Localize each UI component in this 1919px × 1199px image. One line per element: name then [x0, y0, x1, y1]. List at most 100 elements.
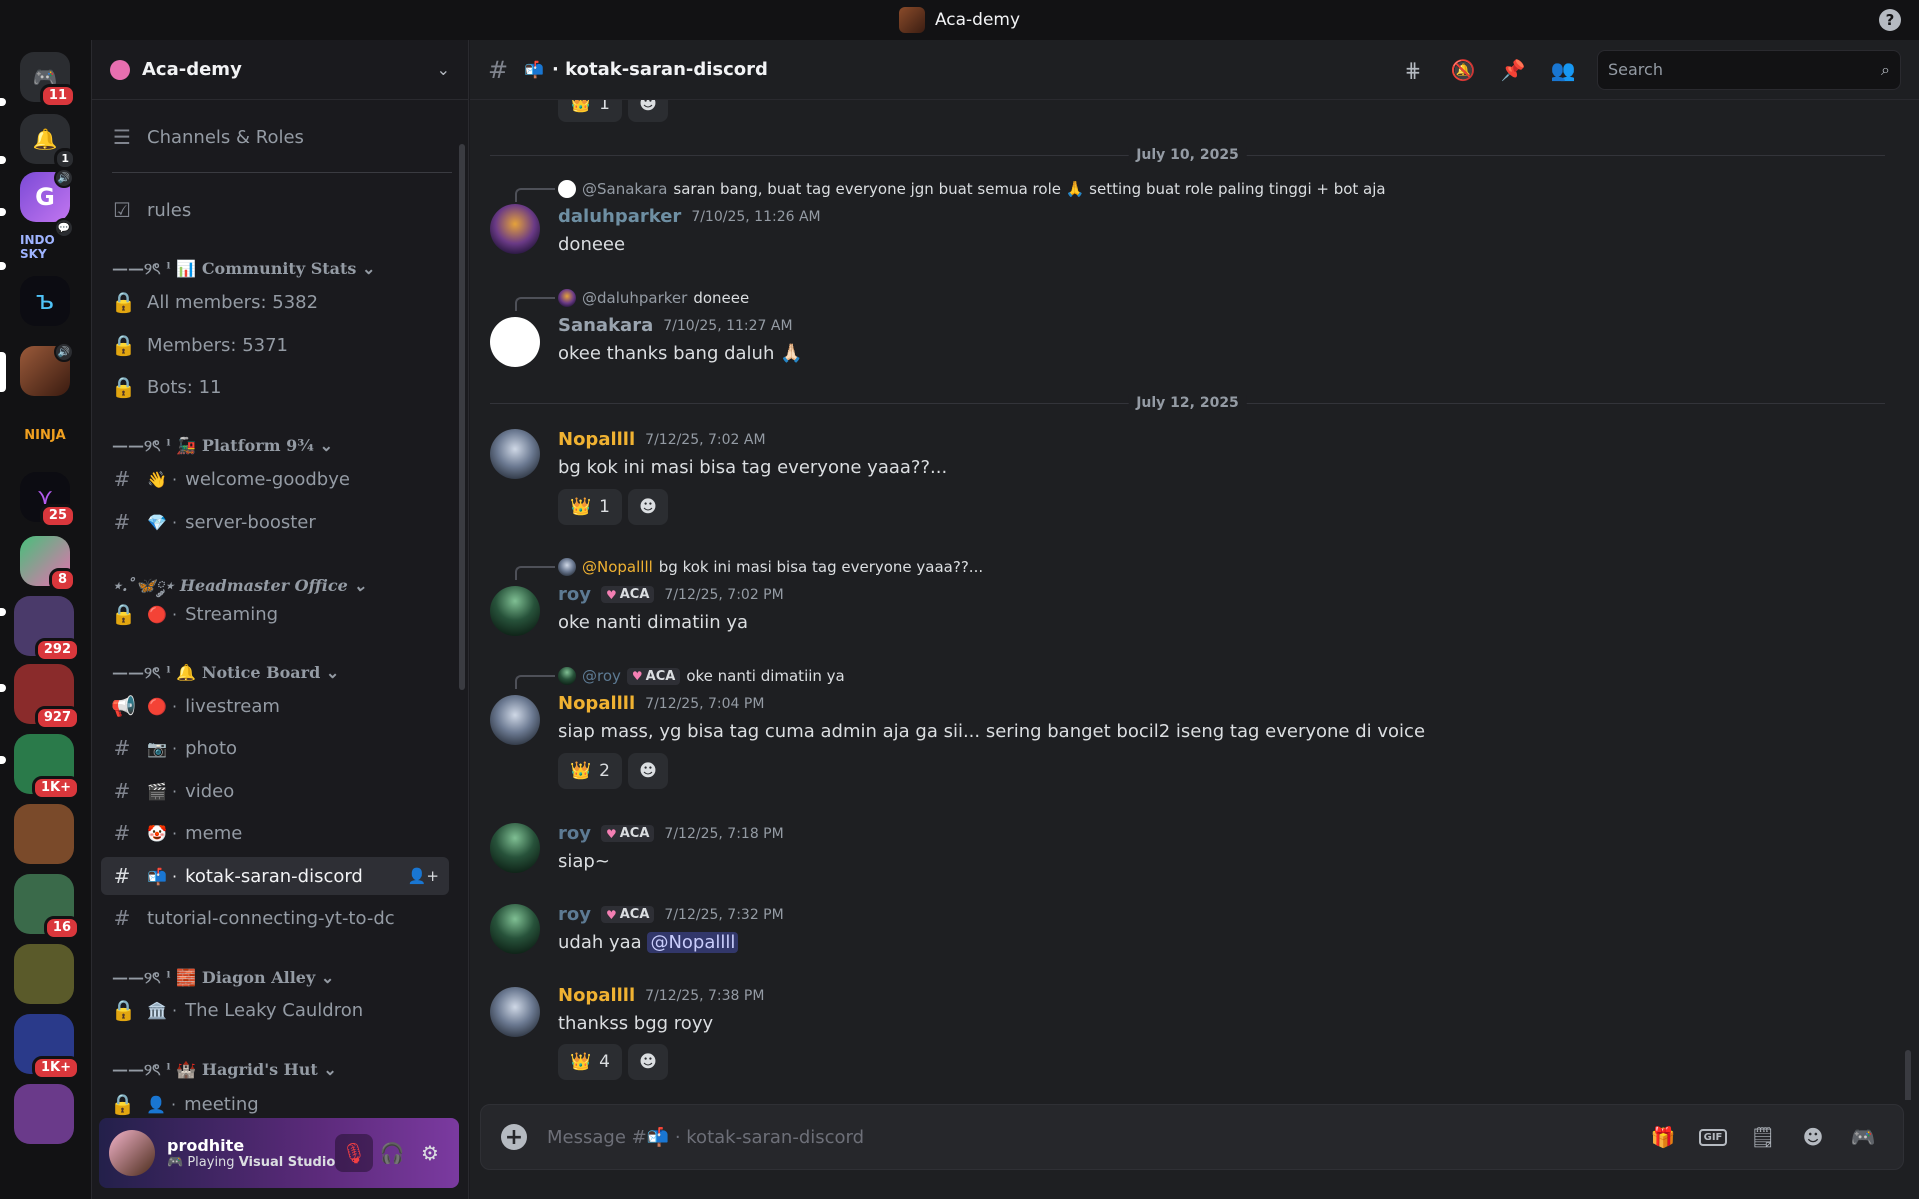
- lock-icon: 🔒: [111, 998, 136, 1022]
- guild-folder-5[interactable]: 16: [14, 874, 80, 940]
- avatar[interactable]: [490, 987, 540, 1037]
- author-name[interactable]: daluhparker: [558, 206, 681, 227]
- guild-b[interactable]: ъ: [20, 276, 70, 326]
- search-input[interactable]: [1608, 60, 1882, 79]
- add-member-icon[interactable]: 👤+: [408, 867, 439, 885]
- guild-folder-8[interactable]: [14, 1084, 74, 1144]
- settings-button[interactable]: ⚙: [411, 1134, 449, 1172]
- avatar[interactable]: [490, 317, 540, 367]
- reply-preview[interactable]: @roy ♥ ACA oke nanti dimatiin ya: [558, 667, 845, 685]
- discord-home-button[interactable]: 🎮 11: [20, 52, 76, 108]
- reply-preview[interactable]: @Sanakara saran bang, buat tag everyone …: [558, 180, 1386, 198]
- gift-icon: 🎁: [1650, 1125, 1676, 1149]
- sidebar-scrollbar[interactable]: [459, 144, 465, 690]
- guild-indo-sky[interactable]: INDO SKY 💬: [20, 218, 74, 272]
- category-diagon-alley[interactable]: ——୨ৎ ˡ 🧱 Diagon Alley ⌄: [112, 965, 334, 992]
- reply-preview[interactable]: @daluhparker doneee: [558, 289, 749, 307]
- guild-folder-7[interactable]: 1K+: [14, 1014, 80, 1080]
- user-avatar[interactable]: [109, 1130, 155, 1176]
- server-header[interactable]: Aca-demy ⌄: [92, 40, 468, 100]
- avatar[interactable]: [490, 204, 540, 254]
- category-hagrids-hut[interactable]: ——୨ৎ ˡ 🏰 Hagrid's Hut ⌄: [112, 1057, 337, 1084]
- message[interactable]: @Sanakara saran bang, buat tag everyone …: [490, 180, 1885, 280]
- guild-folder-3[interactable]: 1K+: [14, 734, 80, 800]
- user-info[interactable]: prodhite 🎮 Playing Visual Studio Code +1: [167, 1136, 335, 1170]
- channel-all-members[interactable]: 🔒 All members: 5382: [101, 283, 449, 321]
- gift-button[interactable]: 🎁: [1643, 1117, 1683, 1157]
- message-input[interactable]: [547, 1126, 1633, 1148]
- message[interactable]: roy ♥ ACA 7/12/25, 7:32 PM udah yaa @Nopa…: [490, 904, 1885, 969]
- add-reaction-button[interactable]: ☻: [628, 489, 668, 525]
- member-list-button[interactable]: 👥: [1543, 50, 1583, 90]
- pinned-messages-button[interactable]: 📌: [1493, 50, 1533, 90]
- channel-video[interactable]: # 🎬 · video: [101, 772, 449, 810]
- avatar[interactable]: [490, 695, 540, 745]
- author-name[interactable]: Nopallll: [558, 985, 635, 1006]
- channel-livestream[interactable]: 📢 🔴 · livestream: [101, 687, 449, 725]
- message[interactable]: Nopallll 7/12/25, 7:38 PM thankss bgg ro…: [490, 985, 1885, 1095]
- channel-server-booster[interactable]: # 💎 · server-booster: [101, 503, 449, 541]
- guild-v[interactable]: ⋎ 25: [20, 472, 76, 528]
- add-reaction-button[interactable]: ☻: [628, 1044, 668, 1080]
- guild-folder-6[interactable]: [14, 944, 74, 1004]
- guild-folder-1[interactable]: 292: [14, 596, 80, 662]
- attach-plus-button[interactable]: +: [501, 1124, 527, 1150]
- message[interactable]: @Nopallll bg kok ini masi bisa tag every…: [490, 558, 1885, 658]
- author-name[interactable]: Sanakara: [558, 315, 653, 336]
- help-icon[interactable]: ?: [1879, 9, 1901, 31]
- gif-button[interactable]: GIF: [1693, 1117, 1733, 1157]
- channel-streaming[interactable]: 🔒 🔴 · Streaming: [101, 595, 449, 633]
- channel-welcome-goodbye[interactable]: # 👋 · welcome-goodbye: [101, 460, 449, 498]
- mute-mic-button[interactable]: 🎙: [335, 1134, 373, 1172]
- channel-meme[interactable]: # 🤡 · meme: [101, 814, 449, 852]
- reaction-pill[interactable]: 👑 4: [558, 1044, 622, 1080]
- reaction-pill[interactable]: 👑 2: [558, 753, 622, 789]
- reaction-pill[interactable]: 👑 1: [558, 489, 622, 525]
- author-name[interactable]: roy: [558, 584, 591, 605]
- notifications-button[interactable]: 🔔 1: [20, 114, 76, 170]
- channel-photo[interactable]: # 📷 · photo: [101, 729, 449, 767]
- reply-preview[interactable]: @Nopallll bg kok ini masi bisa tag every…: [558, 558, 983, 576]
- category-notice-board[interactable]: ——୨ৎ ˡ 🔔 Notice Board ⌄: [112, 660, 339, 687]
- channel-leaky-cauldron[interactable]: 🔒 🏛️ · The Leaky Cauldron: [101, 991, 449, 1029]
- guild-folder-2[interactable]: 927: [14, 664, 80, 730]
- message[interactable]: Nopallll 7/12/25, 7:02 AM bg kok ini mas…: [490, 427, 1885, 537]
- message-scrollbar[interactable]: [1905, 1050, 1911, 1100]
- search-box[interactable]: ⌕: [1597, 49, 1901, 90]
- guild-g[interactable]: G 🔊: [20, 168, 74, 222]
- deafen-button[interactable]: 🎧: [373, 1134, 411, 1172]
- reaction-pill[interactable]: 👑 1: [558, 100, 622, 122]
- notification-settings-button[interactable]: 🔕: [1443, 50, 1483, 90]
- sticker-button[interactable]: 🗒: [1743, 1117, 1783, 1157]
- threads-button[interactable]: ⋕: [1393, 50, 1433, 90]
- message[interactable]: @daluhparker doneee Sanakara 7/10/25, 11…: [490, 289, 1885, 389]
- author-name[interactable]: Nopallll: [558, 429, 635, 450]
- add-reaction-button[interactable]: ☻: [628, 100, 668, 122]
- avatar[interactable]: [490, 823, 540, 873]
- message[interactable]: @roy ♥ ACA oke nanti dimatiin ya Nopallll…: [490, 667, 1885, 792]
- avatar[interactable]: [490, 904, 540, 954]
- avatar[interactable]: [490, 429, 540, 479]
- channel-bots[interactable]: 🔒 Bots: 11: [101, 368, 449, 406]
- chevron-down-icon[interactable]: ⌄: [437, 60, 450, 79]
- message[interactable]: roy ♥ ACA 7/12/25, 7:18 PM siap~: [490, 823, 1885, 888]
- guild-folder-4[interactable]: [14, 804, 74, 864]
- category-community-stats[interactable]: ——୨ৎ ˡ 📊 Community Stats ⌄: [112, 256, 375, 283]
- guild-ninja[interactable]: NINJA: [20, 410, 70, 460]
- guild-anime[interactable]: 8: [20, 536, 76, 592]
- add-reaction-button[interactable]: ☻: [628, 753, 668, 789]
- channels-roles-button[interactable]: ☰ Channels & Roles: [101, 118, 449, 156]
- channel-tutorial[interactable]: # tutorial-connecting-yt-to-dc: [101, 899, 449, 937]
- channel-members[interactable]: 🔒 Members: 5371: [101, 326, 449, 364]
- channel-kotak-saran-discord[interactable]: # 📬 · kotak-saran-discord 👤+: [101, 857, 449, 895]
- category-platform[interactable]: ——୨ৎ ˡ 🚂 Platform 9¾ ⌄: [112, 433, 333, 460]
- author-name[interactable]: roy: [558, 904, 591, 925]
- activities-button[interactable]: 🎮: [1843, 1117, 1883, 1157]
- avatar[interactable]: [490, 586, 540, 636]
- channel-rules[interactable]: ☑ rules: [101, 191, 449, 229]
- author-name[interactable]: Nopallll: [558, 693, 635, 714]
- guild-aca-demy[interactable]: 🔊: [20, 342, 74, 396]
- emoji-button[interactable]: ☻: [1793, 1117, 1833, 1157]
- user-mention[interactable]: @Nopallll: [647, 932, 739, 953]
- author-name[interactable]: roy: [558, 823, 591, 844]
